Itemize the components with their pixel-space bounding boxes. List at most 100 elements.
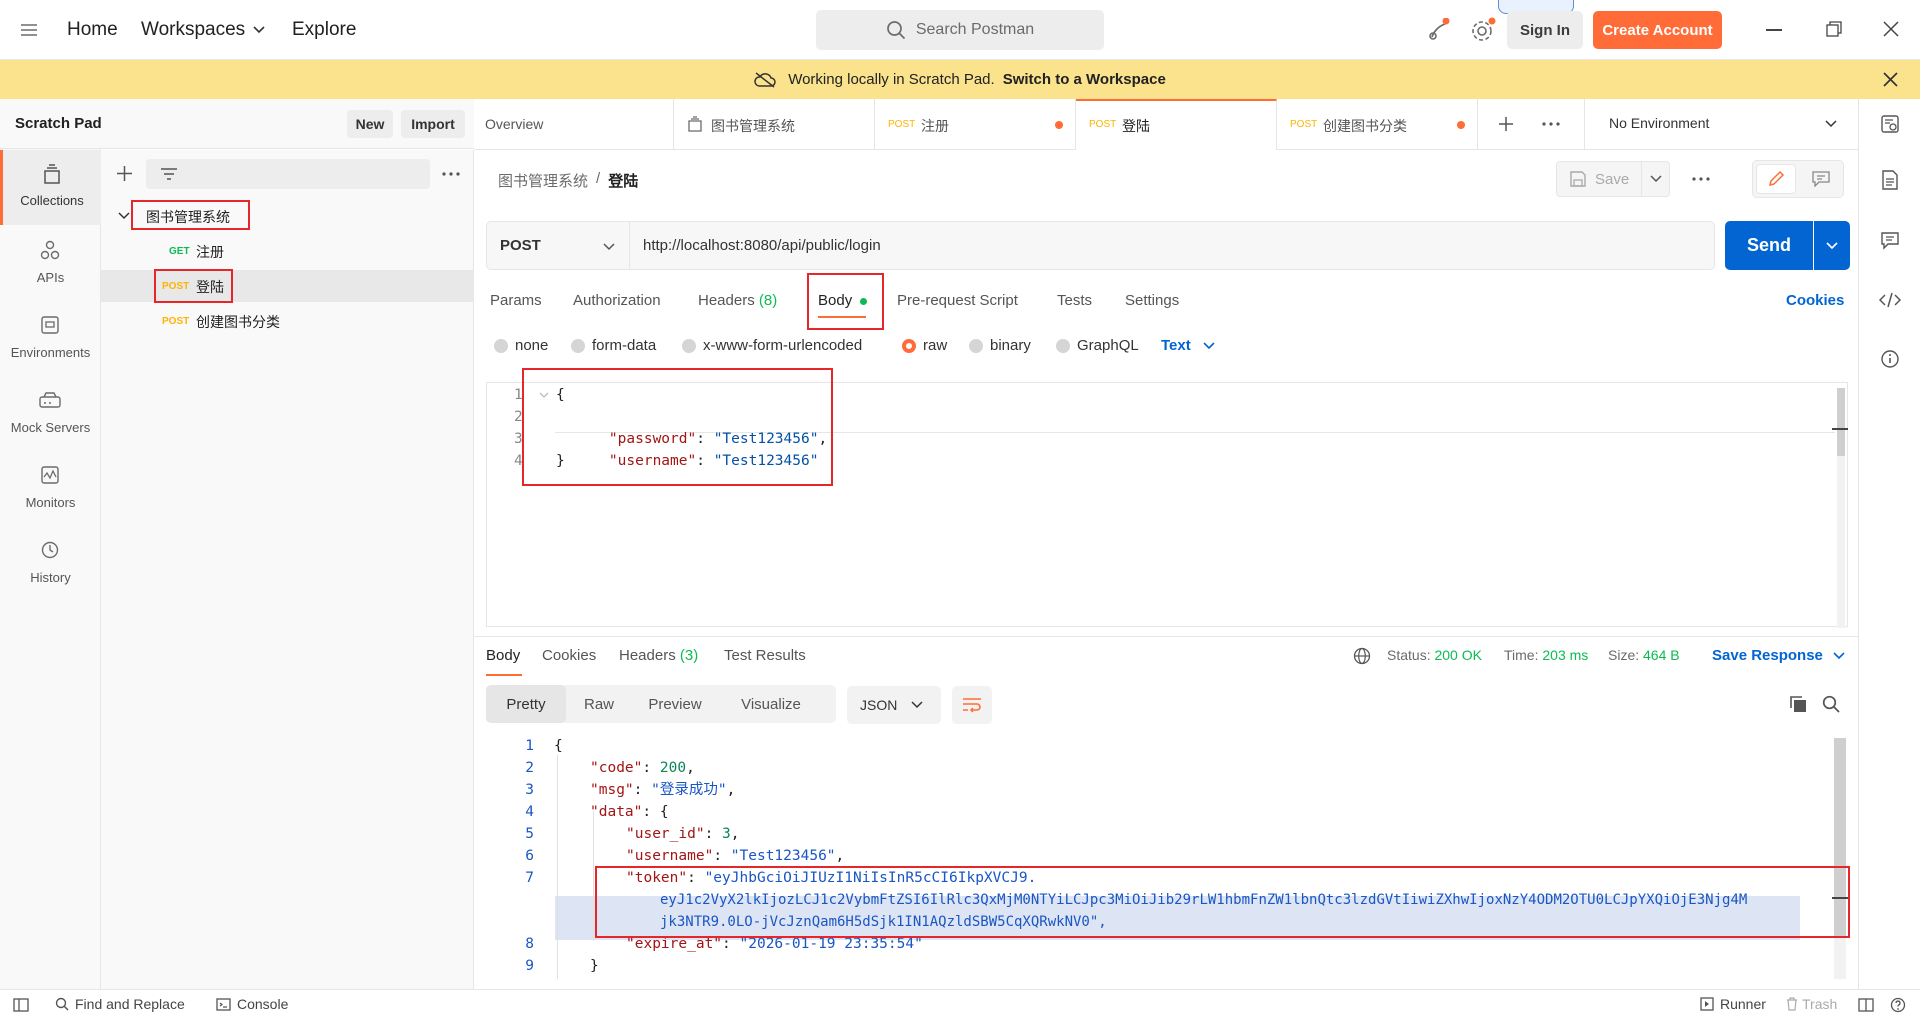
- comments-icon[interactable]: [1880, 230, 1900, 250]
- tab-overview[interactable]: Overview: [474, 99, 674, 149]
- response-tab-test-results[interactable]: Test Results: [724, 647, 806, 664]
- radio-graphql[interactable]: GraphQL: [1056, 337, 1139, 354]
- view-pretty[interactable]: Pretty: [486, 685, 566, 723]
- tab-tests[interactable]: Tests: [1057, 292, 1092, 309]
- url-input[interactable]: http://localhost:8080/api/public/login: [630, 221, 1715, 270]
- sign-in-button[interactable]: Sign In: [1507, 11, 1583, 49]
- request-item-create-category[interactable]: POST 创建图书分类: [101, 306, 474, 336]
- request-options-icon[interactable]: [1692, 177, 1710, 181]
- text-format-select[interactable]: Text: [1161, 337, 1215, 354]
- format-select[interactable]: JSON: [847, 686, 941, 724]
- tab-headers[interactable]: Headers (8): [698, 292, 777, 309]
- two-pane-icon[interactable]: [1858, 998, 1874, 1012]
- sync-status-icon[interactable]: [1427, 18, 1451, 42]
- search-response-icon[interactable]: [1822, 695, 1840, 713]
- edit-mode-button[interactable]: [1756, 164, 1796, 194]
- view-visualize[interactable]: Visualize: [718, 685, 824, 723]
- tab-authorization[interactable]: Authorization: [573, 292, 661, 309]
- code-snippet-icon[interactable]: [1879, 292, 1901, 308]
- console-button[interactable]: Console: [216, 996, 288, 1012]
- response-tab-body[interactable]: Body: [486, 647, 520, 664]
- sidebar-item-history[interactable]: History: [0, 528, 101, 600]
- sidebar-item-collections[interactable]: Collections: [0, 150, 101, 225]
- response-scrollbar[interactable]: [1834, 738, 1846, 979]
- radio-urlencoded[interactable]: x-www-form-urlencoded: [682, 337, 862, 354]
- workspaces-menu[interactable]: Workspaces: [141, 19, 265, 41]
- info-icon[interactable]: [1880, 349, 1900, 369]
- add-collection-icon[interactable]: [116, 165, 133, 182]
- environment-select[interactable]: No Environment: [1584, 99, 1858, 149]
- scroll-thumb[interactable]: [1834, 738, 1846, 938]
- response-tab-headers[interactable]: Headers (3): [619, 647, 698, 664]
- response-time[interactable]: Time: 203 ms: [1504, 647, 1588, 663]
- sidebar-item-apis[interactable]: APIs: [0, 228, 101, 300]
- environment-quick-look-icon[interactable]: [1880, 114, 1900, 134]
- view-raw[interactable]: Raw: [566, 685, 632, 723]
- method-select[interactable]: POST: [486, 221, 630, 270]
- trash-button[interactable]: Trash: [1786, 996, 1837, 1012]
- breadcrumb-parent[interactable]: 图书管理系统: [498, 170, 588, 191]
- response-status[interactable]: Status: 200 OK: [1387, 647, 1482, 663]
- sidebar-item-environments[interactable]: Environments: [0, 303, 101, 375]
- comments-mode-button[interactable]: [1801, 164, 1841, 194]
- runner-button[interactable]: Runner: [1700, 996, 1766, 1012]
- wrap-lines-button[interactable]: [952, 686, 992, 724]
- toggle-sidebar-icon[interactable]: [13, 998, 29, 1012]
- more-options-icon[interactable]: [442, 172, 460, 176]
- right-rail: [1858, 99, 1920, 989]
- radio-none[interactable]: none: [494, 337, 548, 354]
- scroll-thumb[interactable]: [1837, 388, 1845, 456]
- explore-link[interactable]: Explore: [292, 19, 356, 41]
- globe-icon[interactable]: [1353, 647, 1371, 665]
- send-dropdown-button[interactable]: [1814, 221, 1850, 270]
- tab-settings[interactable]: Settings: [1125, 292, 1179, 309]
- tab-body[interactable]: Body: [818, 292, 868, 309]
- save-button[interactable]: Save: [1556, 161, 1642, 197]
- pencil-icon: [1768, 170, 1785, 187]
- import-button[interactable]: Import: [401, 110, 465, 138]
- copy-icon[interactable]: [1789, 695, 1807, 713]
- save-dropdown-button[interactable]: [1642, 161, 1670, 197]
- find-replace-button[interactable]: Find and Replace: [55, 996, 185, 1012]
- fold-chevron-icon[interactable]: [539, 392, 549, 399]
- request-item-register[interactable]: GET 注册: [101, 236, 474, 266]
- sidebar-item-monitors[interactable]: Monitors: [0, 453, 101, 525]
- send-button[interactable]: Send: [1725, 221, 1813, 270]
- home-link[interactable]: Home: [67, 19, 118, 41]
- response-body-viewer[interactable]: 1 2 3 4 5 6 7 8 9 { "code": 200, "msg": …: [474, 733, 1858, 979]
- documentation-icon[interactable]: [1881, 170, 1899, 190]
- help-icon[interactable]: [1890, 997, 1906, 1013]
- tab-collection[interactable]: 图书管理系统: [674, 99, 875, 149]
- radio-raw[interactable]: raw: [902, 337, 947, 354]
- save-response-button[interactable]: Save Response: [1712, 647, 1845, 664]
- tab-options-icon[interactable]: [1542, 122, 1560, 126]
- filter-input[interactable]: [146, 159, 430, 189]
- switch-workspace-link[interactable]: Switch to a Workspace: [1003, 71, 1166, 88]
- create-account-button[interactable]: Create Account: [1593, 11, 1722, 49]
- response-size[interactable]: Size: 464 B: [1608, 647, 1680, 663]
- menu-icon[interactable]: [18, 20, 40, 40]
- collection-row[interactable]: 图书管理系统: [101, 201, 474, 231]
- request-item-login[interactable]: POST 登陆: [101, 270, 474, 302]
- tab-params[interactable]: Params: [490, 292, 542, 309]
- restore-icon[interactable]: [1826, 21, 1842, 37]
- response-tab-cookies[interactable]: Cookies: [542, 647, 596, 664]
- sidebar-item-mock-servers[interactable]: Mock Servers: [0, 378, 101, 450]
- tab-create-category[interactable]: POST 创建图书分类: [1277, 99, 1478, 149]
- search-box[interactable]: Search Postman: [816, 10, 1104, 50]
- new-tab-icon[interactable]: [1498, 116, 1514, 132]
- radio-binary[interactable]: binary: [969, 337, 1031, 354]
- tab-login[interactable]: POST 登陆: [1076, 99, 1277, 150]
- editor-scrollbar[interactable]: [1837, 388, 1845, 628]
- view-preview[interactable]: Preview: [632, 685, 718, 723]
- tab-prerequest-script[interactable]: Pre-request Script: [897, 292, 1018, 309]
- minimize-icon[interactable]: [1766, 29, 1782, 31]
- collections-icon: [41, 164, 63, 186]
- settings-icon[interactable]: [1470, 17, 1496, 43]
- radio-form-data[interactable]: form-data: [571, 337, 656, 354]
- new-button[interactable]: New: [347, 110, 393, 138]
- close-window-icon[interactable]: [1883, 21, 1899, 37]
- close-banner-icon[interactable]: [1883, 72, 1898, 87]
- cookies-link[interactable]: Cookies: [1786, 292, 1844, 309]
- tab-register[interactable]: POST 注册: [875, 99, 1076, 149]
